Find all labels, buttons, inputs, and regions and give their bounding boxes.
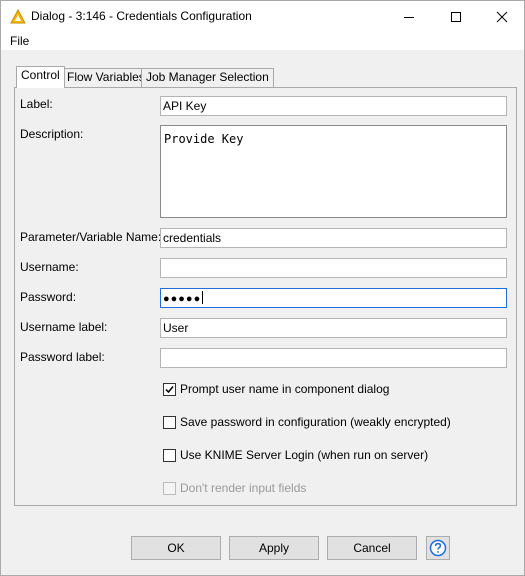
password-label: Password: [20,290,77,304]
use-server-login-label[interactable]: Use KNIME Server Login (when run on serv… [180,448,428,462]
apply-button[interactable]: Apply [229,536,319,560]
dont-render-checkbox [163,482,176,495]
app-triangle-icon [10,8,26,25]
username-label-label: Username label: [20,320,108,334]
window-title: Dialog - 3:146 - Credentials Configurati… [31,9,252,23]
title-bar[interactable]: Dialog - 3:146 - Credentials Configurati… [1,1,524,32]
save-password-label[interactable]: Save password in configuration (weakly e… [180,415,451,429]
close-button[interactable] [479,1,525,32]
tab-control[interactable]: Control [16,66,65,88]
use-server-login-checkbox[interactable] [163,449,176,462]
username-input[interactable] [160,258,507,278]
menu-file[interactable]: File [10,34,29,48]
menu-bar: File [1,32,524,50]
text-caret [202,291,204,304]
dont-render-label: Don't render input fields [180,481,307,495]
prompt-username-checkbox[interactable] [163,383,176,396]
label-input[interactable]: API Key [160,96,507,116]
maximize-button[interactable] [433,1,479,32]
password-label-label: Password label: [20,350,105,364]
tab-job-manager-selection[interactable]: Job Manager Selection [141,68,274,87]
label-field-label: Label: [20,97,53,111]
help-button[interactable] [426,536,450,560]
tab-flow-variables[interactable]: Flow Variables [62,68,150,87]
prompt-username-label[interactable]: Prompt user name in component dialog [180,382,389,396]
checkmark-icon [165,386,174,394]
parameter-name-input[interactable]: credentials [160,228,507,248]
ok-button[interactable]: OK [131,536,221,560]
dialog-window: Dialog - 3:146 - Credentials Configurati… [0,0,525,576]
cancel-button[interactable]: Cancel [327,536,417,560]
save-password-checkbox[interactable] [163,416,176,429]
username-label-input[interactable]: User [160,318,507,338]
password-input[interactable]: ●●●●● [160,288,507,308]
username-label: Username: [20,260,79,274]
password-label-input[interactable] [160,348,507,368]
password-value: ●●●●● [163,293,202,305]
parameter-name-label: Parameter/Variable Name: [20,230,162,244]
help-icon [429,539,447,557]
description-label: Description: [20,127,84,141]
minimize-button[interactable] [386,1,432,32]
description-textarea[interactable]: Provide Key [160,125,507,218]
